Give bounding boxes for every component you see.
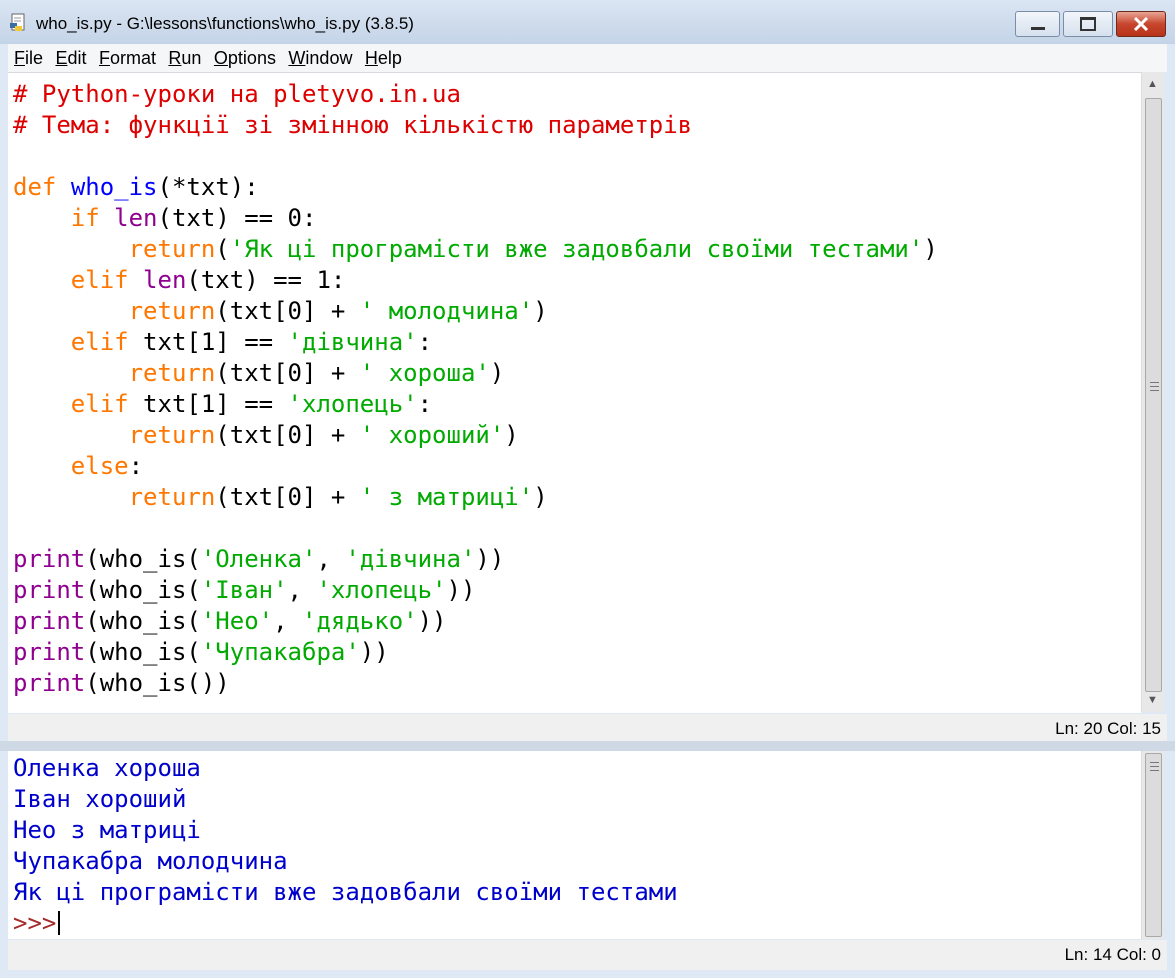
minimize-icon (1030, 26, 1045, 30)
menu-bar: File Edit Format Run Options Window Help (8, 44, 1167, 72)
menu-run[interactable]: Run (168, 44, 201, 69)
menu-format[interactable]: Format (99, 44, 156, 69)
editor-scroll-thumb[interactable] (1145, 98, 1162, 692)
menu-edit[interactable]: Edit (55, 44, 86, 69)
menu-file[interactable]: File (14, 44, 43, 69)
shell-output-pane[interactable]: Оленка хороша Іван хороший Нео з матриці… (8, 751, 1141, 939)
minimize-button[interactable] (1015, 11, 1060, 37)
scroll-up-icon[interactable]: ▲ (1147, 78, 1158, 90)
editor-status-bar: Ln: 20 Col: 15 (8, 714, 1167, 742)
pane-divider[interactable] (0, 741, 1175, 751)
window-title: who_is.py - G:\lessons\functions\who_is.… (36, 14, 414, 33)
shell-scrollbar[interactable] (1141, 751, 1164, 939)
menu-help[interactable]: Help (365, 44, 402, 69)
menu-options[interactable]: Options (214, 44, 276, 69)
maximize-icon (1080, 17, 1096, 31)
close-button[interactable] (1116, 11, 1166, 37)
maximize-button[interactable] (1063, 11, 1113, 37)
close-icon (1133, 17, 1149, 31)
code-text[interactable]: # Python-уроки на pletyvo.in.ua # Тема: … (13, 79, 938, 699)
shell-output-text[interactable]: Оленка хороша Іван хороший Нео з матриці… (13, 753, 678, 939)
code-editor[interactable]: # Python-уроки на pletyvo.in.ua # Тема: … (8, 72, 1141, 713)
python-file-icon (10, 13, 25, 31)
text-cursor (58, 911, 61, 935)
scroll-down-icon[interactable]: ▼ (1147, 694, 1158, 706)
editor-cursor-position: Ln: 20 Col: 15 (1055, 719, 1161, 738)
shell-status-bar: Ln: 14 Col: 0 (8, 940, 1167, 970)
editor-scrollbar[interactable]: ▲ ▼ (1141, 72, 1164, 712)
menu-window[interactable]: Window (288, 44, 352, 69)
shell-cursor-position: Ln: 14 Col: 0 (1064, 945, 1161, 964)
shell-scroll-thumb[interactable] (1145, 753, 1162, 937)
title-bar[interactable]: who_is.py - G:\lessons\functions\who_is.… (0, 0, 1175, 44)
